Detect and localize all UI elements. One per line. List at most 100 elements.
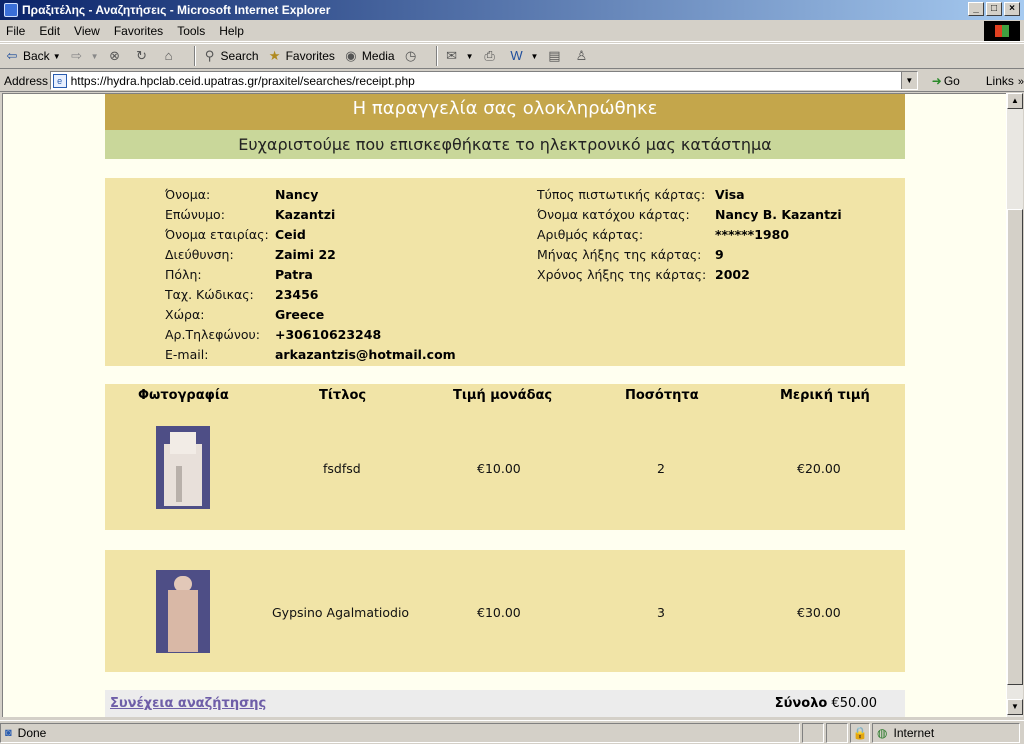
mail-dropdown-icon[interactable]: ▼ bbox=[466, 52, 474, 61]
go-button[interactable]: ➜ Go bbox=[932, 74, 960, 88]
address-dropdown-icon[interactable]: ▼ bbox=[900, 72, 917, 89]
windows-logo-icon bbox=[984, 21, 1020, 41]
column-header-quantity: Ποσότητα bbox=[625, 388, 699, 403]
address-url: https://hydra.hpclab.ceid.upatras.gr/pra… bbox=[70, 73, 415, 88]
item-title: fsdfsd bbox=[323, 461, 361, 476]
field-label: Όνομα εταιρίας: bbox=[165, 226, 269, 242]
back-dropdown-icon[interactable]: ▼ bbox=[53, 52, 61, 61]
forward-button[interactable]: ⇨ ▼ bbox=[69, 48, 99, 64]
field-label: Τύπος πιστωτικής κάρτας: bbox=[537, 186, 706, 202]
item-unit-price: €10.00 bbox=[477, 461, 521, 476]
lock-icon[interactable]: 🔒 bbox=[850, 722, 870, 743]
go-label: Go bbox=[943, 73, 960, 88]
field-value: Patra bbox=[275, 266, 313, 282]
menu-view[interactable]: View bbox=[74, 24, 100, 38]
vertical-scrollbar[interactable]: ▲ ▼ bbox=[1006, 93, 1023, 717]
menu-favorites[interactable]: Favorites bbox=[114, 24, 163, 38]
address-input[interactable]: e https://hydra.hpclab.ceid.upatras.gr/p… bbox=[49, 71, 918, 90]
item-quantity: 2 bbox=[657, 461, 665, 476]
discuss-icon: ▤ bbox=[548, 48, 561, 63]
forward-dropdown-icon[interactable]: ▼ bbox=[91, 52, 99, 61]
menu-help[interactable]: Help bbox=[219, 24, 244, 38]
order-items-table: Φωτογραφία Τίτλος Τιμή μονάδας Ποσότητα … bbox=[105, 384, 905, 530]
maximize-button[interactable]: □ bbox=[986, 2, 1002, 16]
scroll-down-button[interactable]: ▼ bbox=[1007, 699, 1023, 715]
favorites-button[interactable]: ★ Favorites bbox=[267, 48, 335, 64]
status-text: Done bbox=[17, 725, 47, 740]
thank-you-subheader: Ευχαριστούμε που επισκεφθήκατε το ηλεκτρ… bbox=[105, 130, 905, 159]
column-header-subtotal: Μερική τιμή bbox=[780, 388, 870, 403]
media-icon: ◉ bbox=[345, 48, 357, 63]
item-quantity: 3 bbox=[657, 605, 665, 620]
field-value: Kazantzi bbox=[275, 206, 336, 222]
field-label: Ταχ. Κώδικας: bbox=[165, 286, 254, 302]
product-photo[interactable] bbox=[156, 426, 210, 509]
continue-search-link[interactable]: Συνέχεια αναζήτησης bbox=[110, 696, 266, 711]
column-header-unit-price: Τιμή μονάδας bbox=[453, 388, 553, 403]
order-total: Σύνολο €50.00 bbox=[775, 696, 877, 711]
page-done-icon: ◙ bbox=[5, 726, 12, 739]
favorites-label: Favorites bbox=[285, 49, 335, 63]
print-icon: ⎙ bbox=[484, 48, 495, 63]
field-value: Visa bbox=[715, 186, 745, 202]
receipt-footer: Συνέχεια αναζήτησης Σύνολο €50.00 bbox=[105, 690, 905, 717]
refresh-button[interactable]: ↻ bbox=[134, 48, 153, 64]
search-label: Search bbox=[220, 49, 259, 63]
total-value: €50.00 bbox=[831, 696, 878, 711]
order-item-row: Gypsino Agalmatiodio €10.00 3 €30.00 bbox=[105, 550, 905, 672]
mail-button[interactable]: ✉ ▼ bbox=[444, 48, 474, 64]
favorites-star-icon: ★ bbox=[268, 48, 281, 63]
status-bar: ◙ Done 🔒 ◍ Internet bbox=[0, 720, 1024, 744]
total-label: Σύνολο bbox=[774, 696, 828, 711]
discuss-button[interactable]: ▤ bbox=[546, 48, 565, 64]
customer-row: Όνομα: Nancy bbox=[165, 184, 456, 204]
chevron-right-icon: » bbox=[1017, 75, 1024, 88]
media-label: Media bbox=[361, 49, 395, 63]
item-subtotal: €20.00 bbox=[797, 461, 841, 476]
home-button[interactable]: ⌂ bbox=[161, 48, 180, 64]
customer-row: Πόλη: Patra bbox=[165, 264, 456, 284]
status-panel bbox=[802, 722, 824, 743]
messenger-button[interactable]: ♙ bbox=[573, 48, 592, 64]
mail-icon: ✉ bbox=[446, 48, 458, 63]
close-button[interactable]: × bbox=[1004, 2, 1020, 16]
menu-file[interactable]: File bbox=[6, 24, 25, 38]
customer-info: Όνομα: Nancy Επώνυμο: Kazantzi Όνομα εταιρ… bbox=[165, 184, 456, 364]
status-text-panel: ◙ Done bbox=[0, 722, 800, 743]
print-button[interactable]: ⎙ bbox=[482, 48, 501, 64]
field-value: Zaimi 22 bbox=[275, 246, 336, 262]
back-label: Back bbox=[23, 49, 50, 63]
field-label: E-mail: bbox=[165, 346, 209, 362]
customer-row: E-mail: arkazantzis@hotmail.com bbox=[165, 344, 456, 364]
scroll-up-button[interactable]: ▲ bbox=[1007, 93, 1023, 109]
field-value: Ceid bbox=[275, 226, 306, 242]
product-photo[interactable] bbox=[156, 570, 210, 653]
edit-dropdown-icon[interactable]: ▼ bbox=[531, 52, 539, 61]
media-button[interactable]: ◉ Media bbox=[343, 48, 395, 64]
field-label: Αρ.Τηλεφώνου: bbox=[165, 326, 260, 342]
ie-icon bbox=[4, 3, 18, 17]
address-bar: Address e https://hydra.hpclab.ceid.upat… bbox=[0, 70, 1024, 92]
search-button[interactable]: ⚲ Search bbox=[202, 48, 259, 64]
back-button[interactable]: ⇦ Back ▼ bbox=[4, 48, 61, 64]
stop-button[interactable]: ⊗ bbox=[107, 48, 126, 64]
scroll-thumb[interactable] bbox=[1007, 209, 1023, 685]
go-arrow-icon: ➜ bbox=[931, 73, 942, 88]
menu-tools[interactable]: Tools bbox=[177, 24, 205, 38]
stop-icon: ⊗ bbox=[109, 48, 120, 63]
column-header-photo: Φωτογραφία bbox=[138, 388, 229, 403]
field-label: Μήνας λήξης της κάρτας: bbox=[537, 246, 702, 262]
minimize-button[interactable]: _ bbox=[968, 2, 984, 16]
page-icon: e bbox=[52, 73, 67, 88]
history-button[interactable]: ◷ bbox=[403, 48, 422, 64]
customer-row: Επώνυμο: Kazantzi bbox=[165, 204, 456, 224]
menu-edit[interactable]: Edit bbox=[39, 24, 60, 38]
field-value: Greece bbox=[275, 306, 325, 322]
card-row: Μήνας λήξης της κάρτας: 9 bbox=[537, 244, 842, 264]
links-button[interactable]: Links» bbox=[986, 74, 1024, 88]
status-panel bbox=[826, 722, 848, 743]
history-icon: ◷ bbox=[404, 48, 417, 63]
edit-button[interactable]: W ▼ bbox=[509, 48, 539, 64]
forward-arrow-icon: ⇨ bbox=[71, 48, 83, 63]
column-header-title: Τίτλος bbox=[319, 388, 367, 403]
